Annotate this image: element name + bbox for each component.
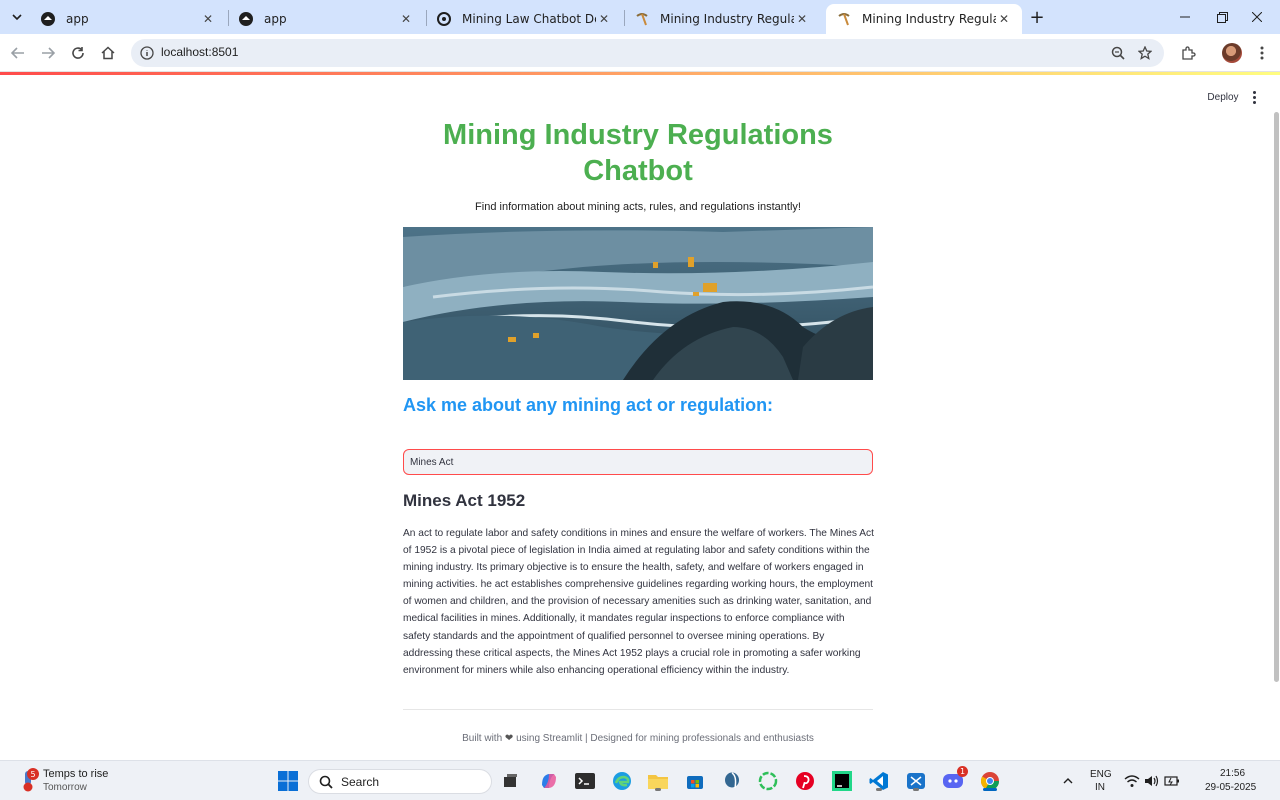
start-button[interactable] — [276, 769, 300, 793]
browser-tab-strip: app ✕ app ✕ Mining Law Chatbot Dev ✕ Min… — [0, 0, 1280, 34]
discord-notification-badge: 1 — [957, 766, 968, 777]
tab-search-button[interactable] — [6, 6, 28, 28]
taskbar-search[interactable]: Search — [308, 769, 492, 794]
store-icon[interactable] — [683, 769, 707, 793]
profile-avatar[interactable] — [1222, 43, 1242, 63]
bookmark-star-icon[interactable] — [1136, 44, 1154, 62]
kebab-menu-icon — [1260, 46, 1264, 60]
restore-icon — [1216, 11, 1228, 23]
deploy-button[interactable]: Deploy — [1201, 88, 1245, 106]
home-button[interactable] — [96, 41, 120, 65]
result-title: Mines Act 1952 — [403, 491, 526, 510]
footer-suffix: using Streamlit | Designed for mining pr… — [516, 733, 814, 744]
clock-time[interactable]: 21:56 — [1220, 768, 1245, 779]
vscode-icon[interactable] — [867, 769, 891, 793]
close-tab-icon[interactable]: ✕ — [596, 11, 612, 27]
query-input[interactable] — [404, 450, 872, 474]
snipping-tool-icon[interactable] — [904, 769, 928, 793]
tab-title: app — [264, 12, 287, 26]
browser-toolbar: localhost:8501 — [0, 34, 1280, 72]
extensions-button[interactable] — [1176, 41, 1200, 65]
tab-title: Mining Law Chatbot Dev — [462, 12, 596, 26]
windows-taskbar: 5 Temps to rise Tomorrow Search 1 ENG IN… — [0, 760, 1280, 800]
mining-hero-image — [403, 227, 873, 380]
reload-button[interactable] — [66, 41, 90, 65]
tab-title: Mining Industry Regulations Ch — [862, 12, 996, 26]
minimize-icon — [1180, 16, 1190, 18]
tab-title: app — [66, 12, 89, 26]
file-explorer-icon[interactable] — [646, 769, 670, 793]
zoom-icon[interactable] — [1109, 44, 1127, 62]
running-indicator — [913, 788, 919, 791]
weather-alert-badge: 5 — [27, 768, 39, 780]
browser-tab[interactable]: app ✕ — [228, 4, 424, 34]
query-input-container — [403, 449, 873, 475]
url-text: localhost:8501 — [161, 45, 239, 59]
postgres-icon[interactable] — [720, 769, 744, 793]
footer-divider — [403, 709, 873, 710]
close-icon — [1252, 12, 1262, 22]
weather-widget[interactable]: 5 Temps to rise Tomorrow — [18, 767, 178, 795]
close-tab-icon[interactable]: ✕ — [398, 11, 414, 27]
weather-subline: Tomorrow — [43, 782, 87, 793]
running-indicator — [876, 788, 882, 791]
reload-icon — [72, 47, 84, 59]
pickaxe-icon — [836, 11, 852, 27]
green-app-icon[interactable] — [756, 769, 780, 793]
site-info-icon[interactable] — [139, 45, 155, 61]
discord-icon[interactable]: 1 — [941, 766, 968, 793]
puzzle-icon — [1182, 46, 1196, 60]
app-menu-button[interactable] — [1247, 88, 1261, 106]
arrow-left-icon — [11, 47, 24, 59]
weather-headline: Temps to rise — [43, 768, 109, 780]
chevron-up-icon[interactable] — [1056, 769, 1080, 793]
task-view-icon[interactable] — [498, 769, 522, 793]
close-tab-icon[interactable]: ✕ — [200, 11, 216, 27]
home-icon — [101, 46, 115, 60]
edge-icon[interactable] — [610, 769, 634, 793]
running-indicator-active — [983, 788, 997, 791]
battery-icon[interactable] — [1160, 769, 1184, 793]
browser-tab-active[interactable]: Mining Industry Regulations Ch ✕ — [826, 4, 1022, 34]
copilot-icon[interactable] — [537, 769, 561, 793]
streamlit-header-decoration — [0, 72, 1280, 75]
page-footer: Built with ❤ using Streamlit | Designed … — [403, 733, 873, 744]
browser-tab[interactable]: Mining Law Chatbot Dev ✕ — [426, 4, 622, 34]
page-subtitle: Find information about mining acts, rule… — [475, 201, 801, 213]
chevron-down-icon — [12, 14, 22, 21]
address-bar[interactable]: localhost:8501 — [131, 39, 1164, 67]
close-tab-icon[interactable]: ✕ — [996, 11, 1012, 27]
search-icon — [319, 775, 333, 789]
streamlit-icon — [40, 11, 56, 27]
terminal-icon[interactable] — [573, 769, 597, 793]
page-title: Mining Industry Regulations Chatbot — [443, 119, 833, 187]
browser-tab[interactable]: Mining Industry Regulations Ch ✕ — [624, 4, 820, 34]
windows-logo-icon — [278, 771, 298, 791]
heart-icon: ❤ — [504, 733, 514, 744]
pycharm-icon[interactable] — [830, 769, 854, 793]
forward-button[interactable] — [36, 41, 60, 65]
footer-prefix: Built with — [462, 733, 503, 744]
result-description: An act to regulate labor and safety cond… — [403, 528, 874, 676]
browser-menu-button[interactable] — [1250, 41, 1274, 65]
new-tab-button[interactable]: + — [1027, 7, 1047, 28]
language-indicator[interactable]: ENG — [1090, 769, 1112, 780]
pinterest-icon[interactable] — [793, 769, 817, 793]
close-window-button[interactable] — [1234, 0, 1280, 34]
browser-tab[interactable]: app ✕ — [30, 4, 226, 34]
ask-heading: Ask me about any mining act or regulatio… — [403, 395, 774, 415]
search-label: Search — [341, 775, 380, 789]
pickaxe-icon — [634, 11, 650, 27]
tab-title: Mining Industry Regulations Ch — [660, 12, 794, 26]
streamlit-icon — [238, 11, 254, 27]
clock-date[interactable]: 29-05-2025 — [1205, 782, 1256, 793]
page-scrollbar[interactable] — [1274, 112, 1279, 682]
region-indicator: IN — [1095, 782, 1105, 793]
openai-icon — [436, 11, 452, 27]
chrome-icon[interactable] — [978, 769, 1002, 793]
arrow-right-icon — [42, 47, 55, 59]
back-button[interactable] — [6, 41, 30, 65]
running-indicator — [655, 788, 661, 791]
close-tab-icon[interactable]: ✕ — [794, 11, 810, 27]
